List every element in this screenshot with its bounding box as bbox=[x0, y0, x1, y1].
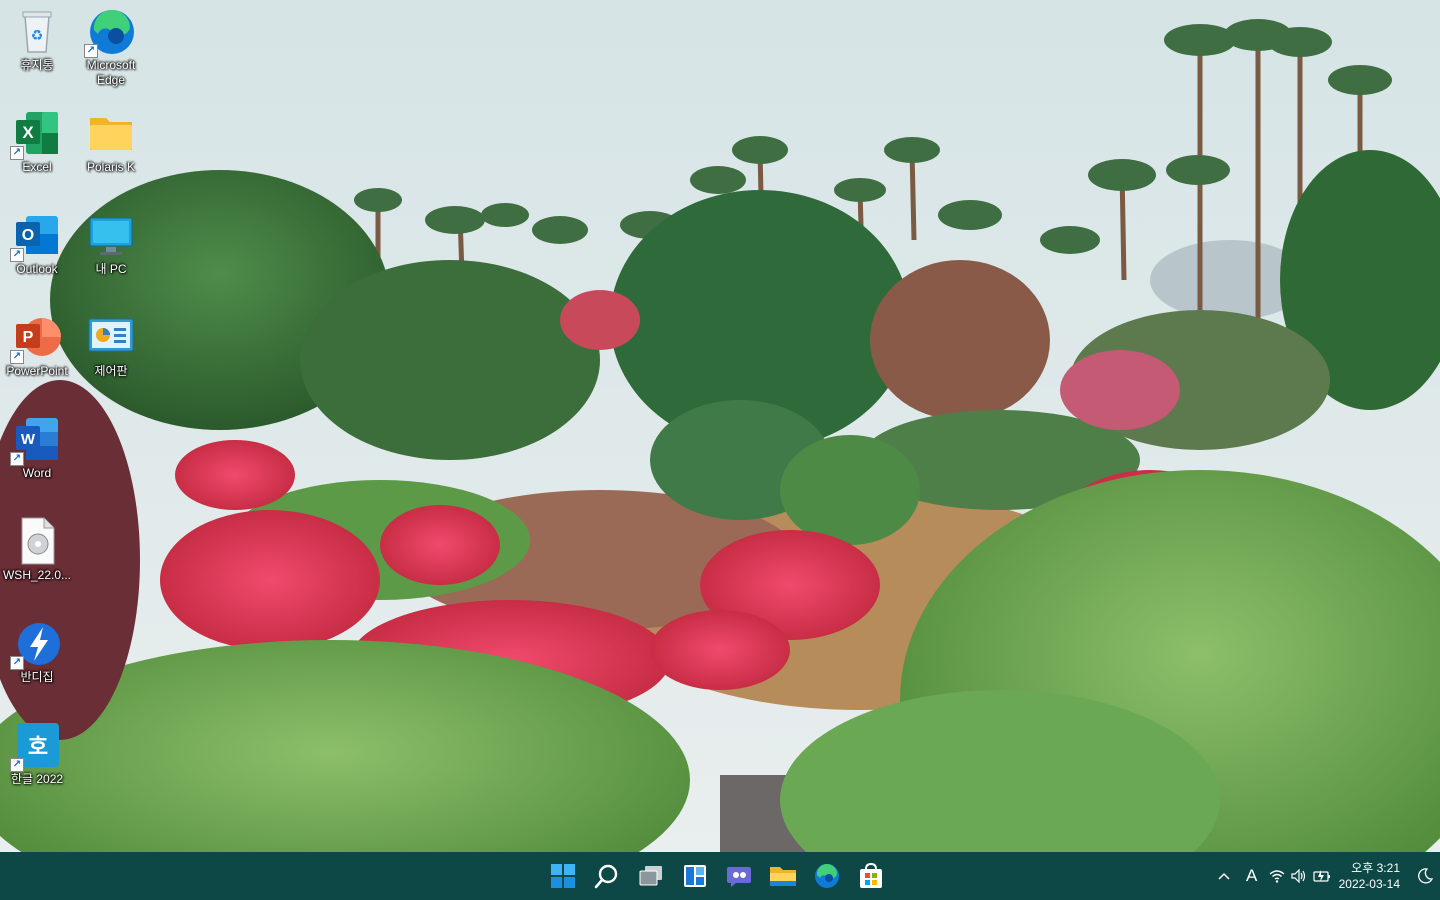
powerpoint-icon: P ↗ bbox=[10, 312, 62, 364]
search-button[interactable] bbox=[588, 856, 626, 896]
desktop-icon-label: PowerPoint bbox=[6, 364, 68, 378]
svg-text:♻: ♻ bbox=[31, 28, 44, 44]
desktop-icon-polaris[interactable]: Polaris K bbox=[74, 102, 148, 198]
desktop-icon-excel[interactable]: X ↗ Excel bbox=[0, 102, 74, 198]
task-view-icon bbox=[639, 866, 662, 886]
shortcut-arrow-icon: ↗ bbox=[10, 350, 24, 364]
taskbar: A 오후 3:21 2022-03-14 bbox=[0, 852, 1440, 900]
clock-time: 오후 3:21 bbox=[1351, 861, 1400, 875]
clock-date: 2022-03-14 bbox=[1338, 877, 1400, 891]
widgets-button[interactable] bbox=[676, 856, 714, 896]
svg-text:O: O bbox=[22, 227, 34, 244]
desktop-icon-label: 휴지통 bbox=[20, 58, 54, 72]
desktop-icon-label: 반디집 bbox=[20, 670, 54, 684]
file-explorer-button[interactable] bbox=[764, 856, 802, 896]
show-hidden-icons-button[interactable] bbox=[1211, 856, 1237, 896]
file-icon bbox=[12, 516, 62, 566]
widgets-icon bbox=[684, 865, 706, 887]
svg-text:호: 호 bbox=[28, 735, 48, 760]
edge-button[interactable] bbox=[808, 856, 846, 896]
svg-text:W: W bbox=[21, 431, 36, 448]
desktop-icon-this-pc[interactable]: 내 PC bbox=[74, 204, 148, 300]
taskbar-apps bbox=[544, 852, 890, 900]
hangul-icon: 호 ↗ bbox=[10, 720, 62, 772]
chat-button[interactable] bbox=[720, 856, 758, 896]
outlook-icon: O ↗ bbox=[10, 210, 62, 262]
clock[interactable]: 오후 3:21 2022-03-14 bbox=[1333, 860, 1410, 892]
shortcut-arrow-icon: ↗ bbox=[10, 452, 24, 466]
start-icon bbox=[551, 864, 575, 888]
desktop-icon-label: Excel bbox=[22, 160, 52, 174]
task-view-button[interactable] bbox=[632, 856, 670, 896]
desktop-icon-label: Microsoft Edge bbox=[86, 58, 136, 87]
notifications-button[interactable] bbox=[1410, 856, 1440, 896]
store-button[interactable] bbox=[852, 856, 890, 896]
svg-text:P: P bbox=[23, 329, 34, 346]
desktop-icon-edge[interactable]: ↗ Microsoft Edge bbox=[74, 0, 148, 96]
moon-icon bbox=[1418, 868, 1433, 884]
shortcut-arrow-icon: ↗ bbox=[10, 146, 24, 160]
volume-icon bbox=[1291, 869, 1305, 883]
file-explorer-icon bbox=[770, 867, 796, 886]
shortcut-arrow-icon: ↗ bbox=[10, 758, 24, 772]
shortcut-arrow-icon: ↗ bbox=[10, 248, 24, 262]
desktop-icon-recycle-bin[interactable]: ♻ 휴지통 bbox=[0, 0, 74, 96]
desktop-icon-wsh-file[interactable]: WSH_22.0... bbox=[0, 510, 74, 606]
desktop-icon-label: 제어판 bbox=[94, 364, 128, 378]
desktop-icon-hangul[interactable]: 호 ↗ 한글 2022 bbox=[0, 714, 74, 810]
shortcut-arrow-icon: ↗ bbox=[10, 656, 24, 670]
start-button[interactable] bbox=[544, 856, 582, 896]
desktop-icon-label: WSH_22.0... bbox=[2, 568, 72, 582]
system-tray: A 오후 3:21 2022-03-14 bbox=[1211, 852, 1440, 900]
chat-icon bbox=[727, 867, 751, 887]
desktop-icon-word[interactable]: W ↗ Word bbox=[0, 408, 74, 504]
wifi-icon bbox=[1269, 870, 1285, 883]
desktop-icon-label: Outlook bbox=[16, 262, 58, 276]
word-icon: W ↗ bbox=[10, 414, 62, 466]
edge-icon bbox=[815, 863, 839, 888]
desktop-icon-control-panel[interactable]: 제어판 bbox=[74, 306, 148, 402]
monitor-icon bbox=[86, 210, 136, 260]
svg-text:X: X bbox=[22, 123, 34, 142]
desktop-icon-powerpoint[interactable]: P ↗ PowerPoint bbox=[0, 306, 74, 402]
desktop-icon-outlook[interactable]: O ↗ Outlook bbox=[0, 204, 74, 300]
desktop-wallpaper bbox=[0, 0, 1440, 852]
desktop-icon-label: Polaris K bbox=[86, 160, 136, 174]
battery-charging-icon bbox=[1313, 870, 1330, 882]
desktop-icon-label: 한글 2022 bbox=[10, 772, 64, 786]
search-icon bbox=[594, 864, 618, 889]
input-indicator[interactable]: A bbox=[1237, 856, 1267, 896]
quick-settings-button[interactable] bbox=[1267, 856, 1333, 896]
folder-icon bbox=[86, 108, 136, 158]
chevron-up-icon bbox=[1218, 872, 1230, 880]
desktop-icon-bandizip[interactable]: ↗ 반디집 bbox=[0, 612, 74, 708]
store-icon bbox=[860, 863, 882, 888]
shortcut-arrow-icon: ↗ bbox=[84, 44, 98, 58]
bandizip-icon: ↗ bbox=[10, 618, 62, 670]
control-panel-icon bbox=[86, 312, 136, 362]
desktop-icon-label: Word bbox=[22, 466, 52, 480]
edge-icon: ↗ bbox=[84, 6, 136, 58]
excel-icon: X ↗ bbox=[10, 108, 62, 160]
desktop-icon-label: 내 PC bbox=[95, 262, 127, 276]
recycle-bin-icon: ♻ bbox=[12, 6, 62, 56]
